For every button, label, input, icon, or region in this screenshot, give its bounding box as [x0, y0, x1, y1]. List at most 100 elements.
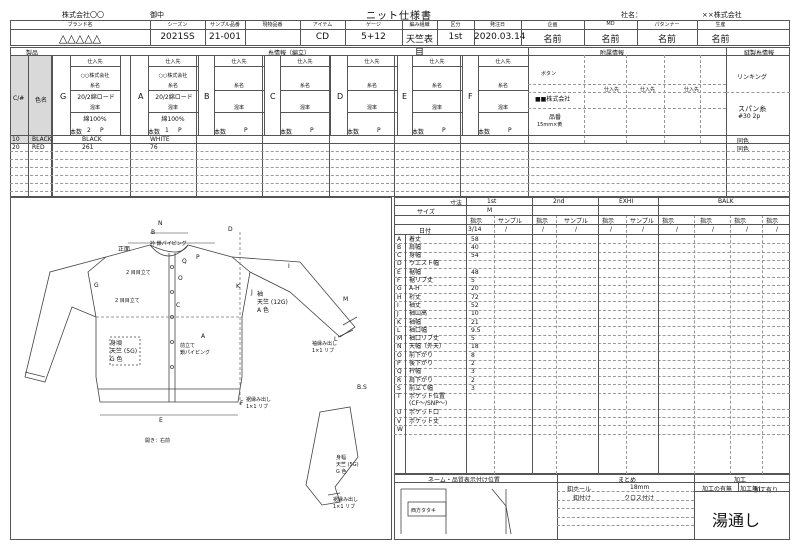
- measure-name: 袖山高: [409, 310, 428, 318]
- info-label: ゲージ: [366, 22, 381, 28]
- proc-yes2-label: 加工有り: [754, 487, 779, 494]
- measure-name: 肩下がり: [409, 376, 434, 384]
- diagram-cuff: 袖縁み出し 1×1 リブ: [312, 341, 338, 354]
- measure-slash: /: [505, 226, 508, 233]
- color-row-name: BLACK: [32, 136, 52, 143]
- yarn-unit: P: [244, 127, 248, 134]
- color-row-a: 76: [150, 144, 158, 151]
- measure-key: A: [397, 235, 402, 243]
- label-tag: 西方タタキ: [411, 508, 437, 514]
- yarn-supplier-label: 仕入先: [231, 59, 247, 65]
- diagram-letter-o: O: [178, 275, 183, 282]
- measure-name: 前立て幅: [409, 384, 434, 392]
- measure-value: 40: [471, 243, 479, 251]
- measure-slash: /: [642, 226, 645, 233]
- info-label: 発注日: [489, 22, 505, 28]
- yarn-unit: P: [508, 127, 512, 134]
- measure-value: 2: [471, 360, 475, 367]
- info-value: △△△△△: [58, 32, 102, 45]
- yarn-supplier-name: ○○株式会社: [80, 73, 110, 79]
- yarn-unit: P: [100, 127, 104, 134]
- diagram-hem: 裾縁み出し 1×1 リブ: [246, 397, 272, 410]
- measure-key: T: [397, 393, 401, 401]
- measure-date-value: 3/14: [468, 226, 482, 233]
- diagram-pocket: 身幅 天竺 (5G) G 色: [336, 455, 359, 475]
- color-row-no: 10: [12, 136, 20, 143]
- yarn-letter: C: [270, 92, 276, 101]
- measure-name: 袖丈: [409, 301, 422, 309]
- info-value: 21-001: [209, 32, 241, 42]
- info-value: 2021SS: [160, 32, 195, 42]
- color-row-no: 20: [12, 144, 20, 151]
- info-label: サンプル品番: [210, 22, 240, 28]
- measure-value: 52: [471, 301, 479, 309]
- yarn-name-label: 糸名: [233, 83, 244, 89]
- measure-name: 前下がり: [409, 351, 434, 359]
- info-value: 名前: [543, 35, 562, 45]
- info-label: 編み組織: [409, 22, 430, 28]
- processing-value: 湯通し: [712, 511, 761, 530]
- acc-supplier-value: ■■株式会社: [535, 96, 571, 103]
- acc-item-value: 15mm×黄: [537, 122, 563, 128]
- measure-value: 58: [471, 235, 479, 243]
- processing-label: 加工: [734, 477, 747, 484]
- company-label: 社名：: [621, 11, 642, 19]
- diagram-body: 身頃 天竺 (5G) G 色: [110, 340, 138, 363]
- diagram-letter-n: N: [158, 220, 163, 227]
- measure-slash: /: [712, 226, 715, 233]
- yarn-unit: P: [377, 127, 381, 134]
- yarn-supplier-label: 仕入先: [495, 59, 511, 65]
- measure-name: A-H: [409, 285, 420, 293]
- diagram-letter-g: G: [94, 282, 99, 289]
- measure-name: 着丈: [409, 235, 422, 243]
- yarn-name-label: 糸名: [167, 83, 178, 89]
- yarn-unit: P: [310, 127, 314, 134]
- color-row-name: RED: [32, 144, 45, 151]
- diagram-letter-e: E: [159, 417, 163, 424]
- diagram-front-band: 前立て 鎖パイピング: [180, 343, 211, 356]
- diagram-gauge-note-1: 2 目目立て: [126, 270, 151, 276]
- yarn-blend-label: 混率: [89, 105, 100, 111]
- diagram-letter-k: K: [236, 283, 240, 290]
- yarn-blend: 綿100%: [83, 116, 107, 123]
- yarn-name-label: 糸名: [497, 83, 508, 89]
- buttonhole-value: 18mm: [630, 484, 650, 491]
- diagram-sleeve: 袖 天竺 (12G) A 色: [257, 291, 288, 314]
- measure-key: J: [397, 310, 399, 318]
- yarn-blend: 綿100%: [161, 116, 185, 123]
- diagram-letter-b: B: [151, 229, 156, 236]
- yarn-name-label: 糸名: [431, 83, 442, 89]
- cno-label: C/#: [13, 95, 25, 102]
- measure-key: H: [397, 293, 402, 301]
- yarn-count: 2: [87, 127, 91, 134]
- yarn-supplier-label: 仕入先: [165, 59, 181, 65]
- info-label: シーズン: [167, 22, 188, 28]
- info-label: MD: [606, 21, 615, 27]
- sewing-span-value: #30 2p: [738, 113, 761, 120]
- measure-key: N: [397, 343, 402, 351]
- measure-name: 袖口幅: [409, 326, 428, 334]
- measure-value: 21: [471, 318, 479, 326]
- measure-key: O: [397, 351, 402, 359]
- diagram-letter-j: J: [251, 289, 253, 296]
- diagram-bs: B.S: [357, 384, 367, 391]
- measure-name: 裄丈: [409, 293, 422, 301]
- yarn-blend-label: 混率: [299, 105, 310, 111]
- measure-value: 2: [471, 376, 475, 384]
- measure-value: 10: [471, 310, 479, 318]
- measure-value: 18: [471, 343, 479, 351]
- measure-name: 袖幅: [409, 318, 422, 326]
- measure-key: C: [397, 252, 402, 260]
- info-value: 名前: [657, 35, 676, 45]
- honorific: 御中: [150, 11, 164, 19]
- yarn-letter: B: [204, 92, 210, 101]
- measure-value: 3: [471, 368, 475, 376]
- measure-value: 9.5: [471, 326, 481, 334]
- info-value: 1st: [448, 32, 463, 42]
- measure-name: 裾幅: [409, 268, 422, 276]
- diagram-letter-p: P: [196, 254, 200, 261]
- yarn-letter: E: [402, 92, 408, 101]
- summary-label: まとめ: [618, 477, 637, 484]
- measure-key: S: [397, 384, 401, 392]
- measure-key: M: [397, 335, 403, 343]
